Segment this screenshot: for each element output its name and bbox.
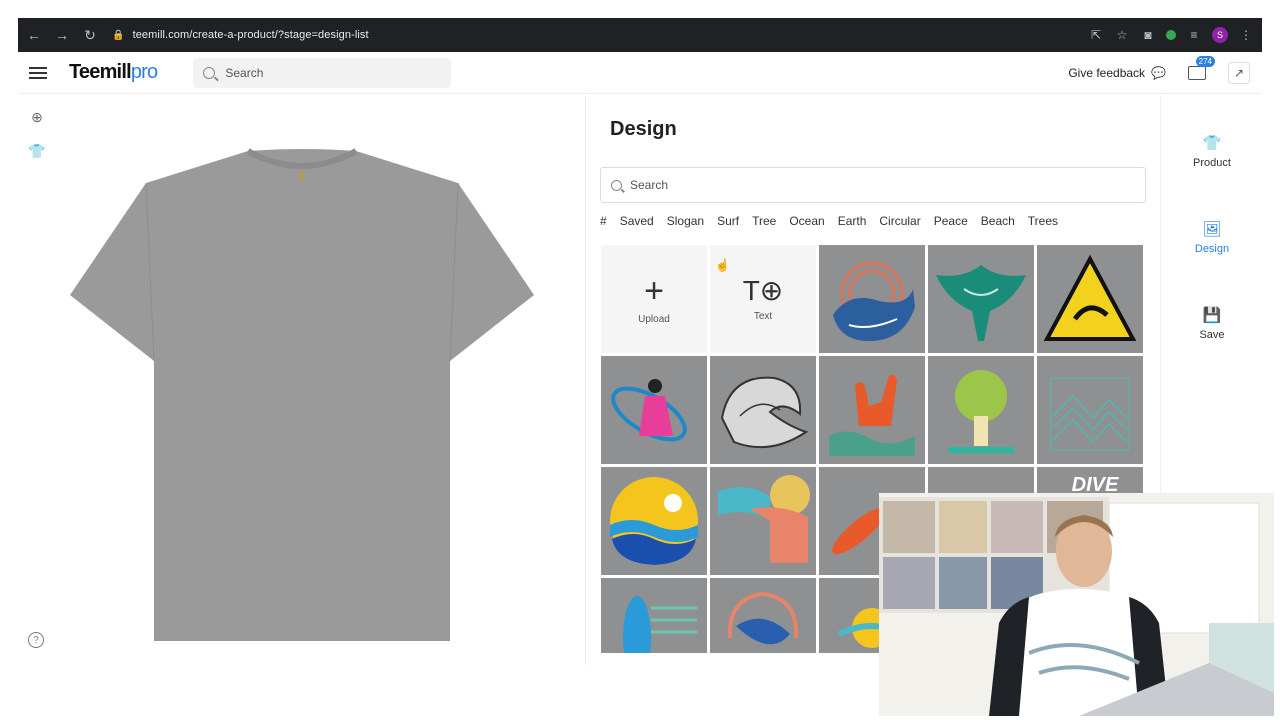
- address-bar[interactable]: 🔒 teemill.com/create-a-product/?stage=de…: [112, 29, 369, 41]
- teemill-logo[interactable]: Teemillpro: [69, 61, 158, 84]
- tshirt-outline-icon[interactable]: 👕: [27, 141, 47, 161]
- plus-icon: +: [644, 271, 664, 310]
- sidebar-item-design[interactable]: 🖼 Design: [1161, 219, 1263, 255]
- app-header: Teemillpro Search Give feedback 💬 274 ↗: [18, 52, 1262, 94]
- give-feedback-label: Give feedback: [1068, 65, 1146, 80]
- header-search-input[interactable]: Search: [193, 57, 452, 88]
- sidebar-item-label: Save: [1199, 329, 1225, 341]
- search-icon: [611, 179, 622, 191]
- surfer-girl-icon: [611, 379, 687, 442]
- notification-badge: 274: [1195, 55, 1215, 67]
- design-tile[interactable]: [710, 578, 816, 653]
- image-icon: 🖼: [1202, 221, 1222, 238]
- speech-bubble-icon: 💬: [1151, 65, 1166, 80]
- back-icon[interactable]: ←: [22, 23, 46, 47]
- design-tile[interactable]: [819, 356, 925, 464]
- sidebar-item-product[interactable]: 👕 Product: [1161, 133, 1263, 169]
- product-canvas: ⊕ 👕 ?: [18, 95, 586, 665]
- text-label: Text: [753, 310, 773, 322]
- tag-trees[interactable]: Trees: [1028, 214, 1058, 228]
- design-search-input[interactable]: Search: [600, 167, 1146, 203]
- sidebar-item-label: Design: [1194, 243, 1230, 255]
- save-icon: 💾: [1202, 307, 1222, 324]
- abstract-waves-icon: [718, 475, 810, 563]
- tshirt-icon: 👕: [1202, 135, 1222, 152]
- hand-cursor-icon: ☝: [715, 258, 730, 272]
- tag-saved[interactable]: Saved: [620, 214, 654, 228]
- wave-whale-icon: [720, 376, 809, 449]
- tag-ocean[interactable]: Ocean: [789, 214, 824, 228]
- tag-hash[interactable]: #: [600, 214, 607, 228]
- sidebar-item-save[interactable]: 💾 Save: [1161, 305, 1263, 341]
- open-external-icon[interactable]: ⇱: [1088, 27, 1104, 43]
- blue-surfboards-icon: [623, 596, 697, 653]
- upload-label: Upload: [638, 313, 670, 325]
- design-search-placeholder: Search: [630, 178, 669, 192]
- profile-avatar[interactable]: S: [1212, 27, 1228, 43]
- design-tile[interactable]: [601, 356, 707, 464]
- tag-tree[interactable]: Tree: [752, 214, 776, 228]
- reload-icon[interactable]: ↻: [78, 23, 102, 47]
- design-tile[interactable]: [601, 578, 707, 653]
- upload-tile[interactable]: + Upload: [601, 245, 707, 353]
- presenter-video-frame: [879, 493, 1274, 716]
- give-feedback-button[interactable]: Give feedback 💬: [1068, 66, 1166, 80]
- camera-extension-icon[interactable]: ◙: [1140, 27, 1156, 43]
- design-tile[interactable]: [928, 245, 1034, 353]
- logo-main-text: Teemill: [69, 61, 132, 83]
- line-waves-icon: [1050, 377, 1130, 451]
- design-tile[interactable]: [710, 356, 816, 464]
- add-text-icon: T⊕: [742, 274, 784, 306]
- header-actions: Give feedback 💬 274 ↗: [1068, 55, 1262, 84]
- design-tile[interactable]: [928, 356, 1034, 464]
- url-text: teemill.com/create-a-product/?stage=desi…: [132, 29, 369, 41]
- help-icon[interactable]: ?: [28, 632, 44, 648]
- status-dot-icon[interactable]: [1166, 30, 1176, 40]
- whale-wreath-icon: [727, 591, 799, 645]
- design-tile[interactable]: [601, 467, 707, 575]
- tag-earth[interactable]: Earth: [838, 214, 867, 228]
- tag-slogan[interactable]: Slogan: [667, 214, 704, 228]
- zoom-in-icon[interactable]: ⊕: [27, 107, 47, 127]
- bookmark-star-icon[interactable]: ☆: [1114, 27, 1130, 43]
- page: ← → ↻ 🔒 teemill.com/create-a-product/?st…: [0, 0, 1280, 720]
- mail-icon[interactable]: 274: [1188, 55, 1215, 80]
- logo-pro-text: pro: [130, 61, 158, 83]
- tag-peace[interactable]: Peace: [934, 214, 968, 228]
- skeleton-tree-hand-icon: [948, 370, 1014, 453]
- browser-actions: ⇱ ☆ ◙ ≡ S ⋮: [1088, 27, 1254, 43]
- tag-beach[interactable]: Beach: [981, 214, 1015, 228]
- panel-title: Design: [610, 118, 677, 140]
- warning-sign-icon: [1043, 254, 1137, 341]
- tag-circular[interactable]: Circular: [879, 214, 920, 228]
- search-icon: [203, 66, 216, 79]
- tag-filter-bar: # Saved Slogan Surf Tree Ocean Earth Cir…: [600, 214, 1058, 228]
- tag-surf[interactable]: Surf: [717, 214, 739, 228]
- design-tile[interactable]: [1037, 245, 1143, 353]
- tshirt-preview[interactable]: [68, 147, 536, 643]
- forward-icon[interactable]: →: [50, 23, 74, 47]
- sunset-circle-icon: [610, 477, 698, 565]
- lock-icon: 🔒: [112, 29, 125, 41]
- design-tile[interactable]: [710, 467, 816, 575]
- whale-sunset-icon: [833, 261, 915, 342]
- playlist-icon[interactable]: ≡: [1186, 27, 1202, 43]
- header-search-placeholder: Search: [225, 65, 264, 80]
- external-link-icon[interactable]: ↗: [1228, 61, 1250, 84]
- manta-ray-icon: [936, 265, 1026, 341]
- design-tile[interactable]: [1037, 356, 1143, 464]
- hamburger-menu-icon[interactable]: [29, 66, 47, 79]
- shaka-hand-icon: [829, 374, 915, 456]
- design-tile[interactable]: [819, 245, 925, 353]
- sidebar-item-label: Product: [1193, 157, 1231, 169]
- webcam-overlay: [879, 493, 1274, 716]
- menu-dots-icon[interactable]: ⋮: [1238, 27, 1254, 43]
- browser-toolbar: ← → ↻ 🔒 teemill.com/create-a-product/?st…: [18, 18, 1262, 52]
